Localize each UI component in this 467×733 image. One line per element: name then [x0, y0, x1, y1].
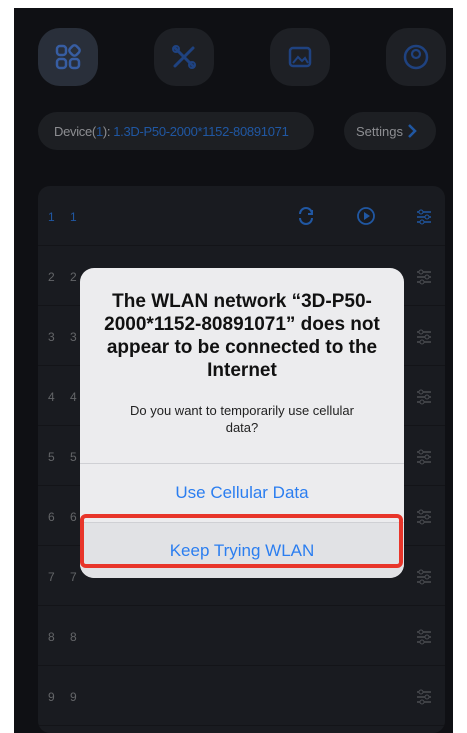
- alert-title: The WLAN network “3D-P50-2000*1152-80891…: [104, 291, 380, 381]
- highlight-box: [80, 514, 403, 568]
- alert-message: Do you want to temporarily use cellular …: [130, 403, 354, 435]
- app-screen: Device(1): 1.3D-P50-2000*1152-80891071 S…: [14, 8, 453, 733]
